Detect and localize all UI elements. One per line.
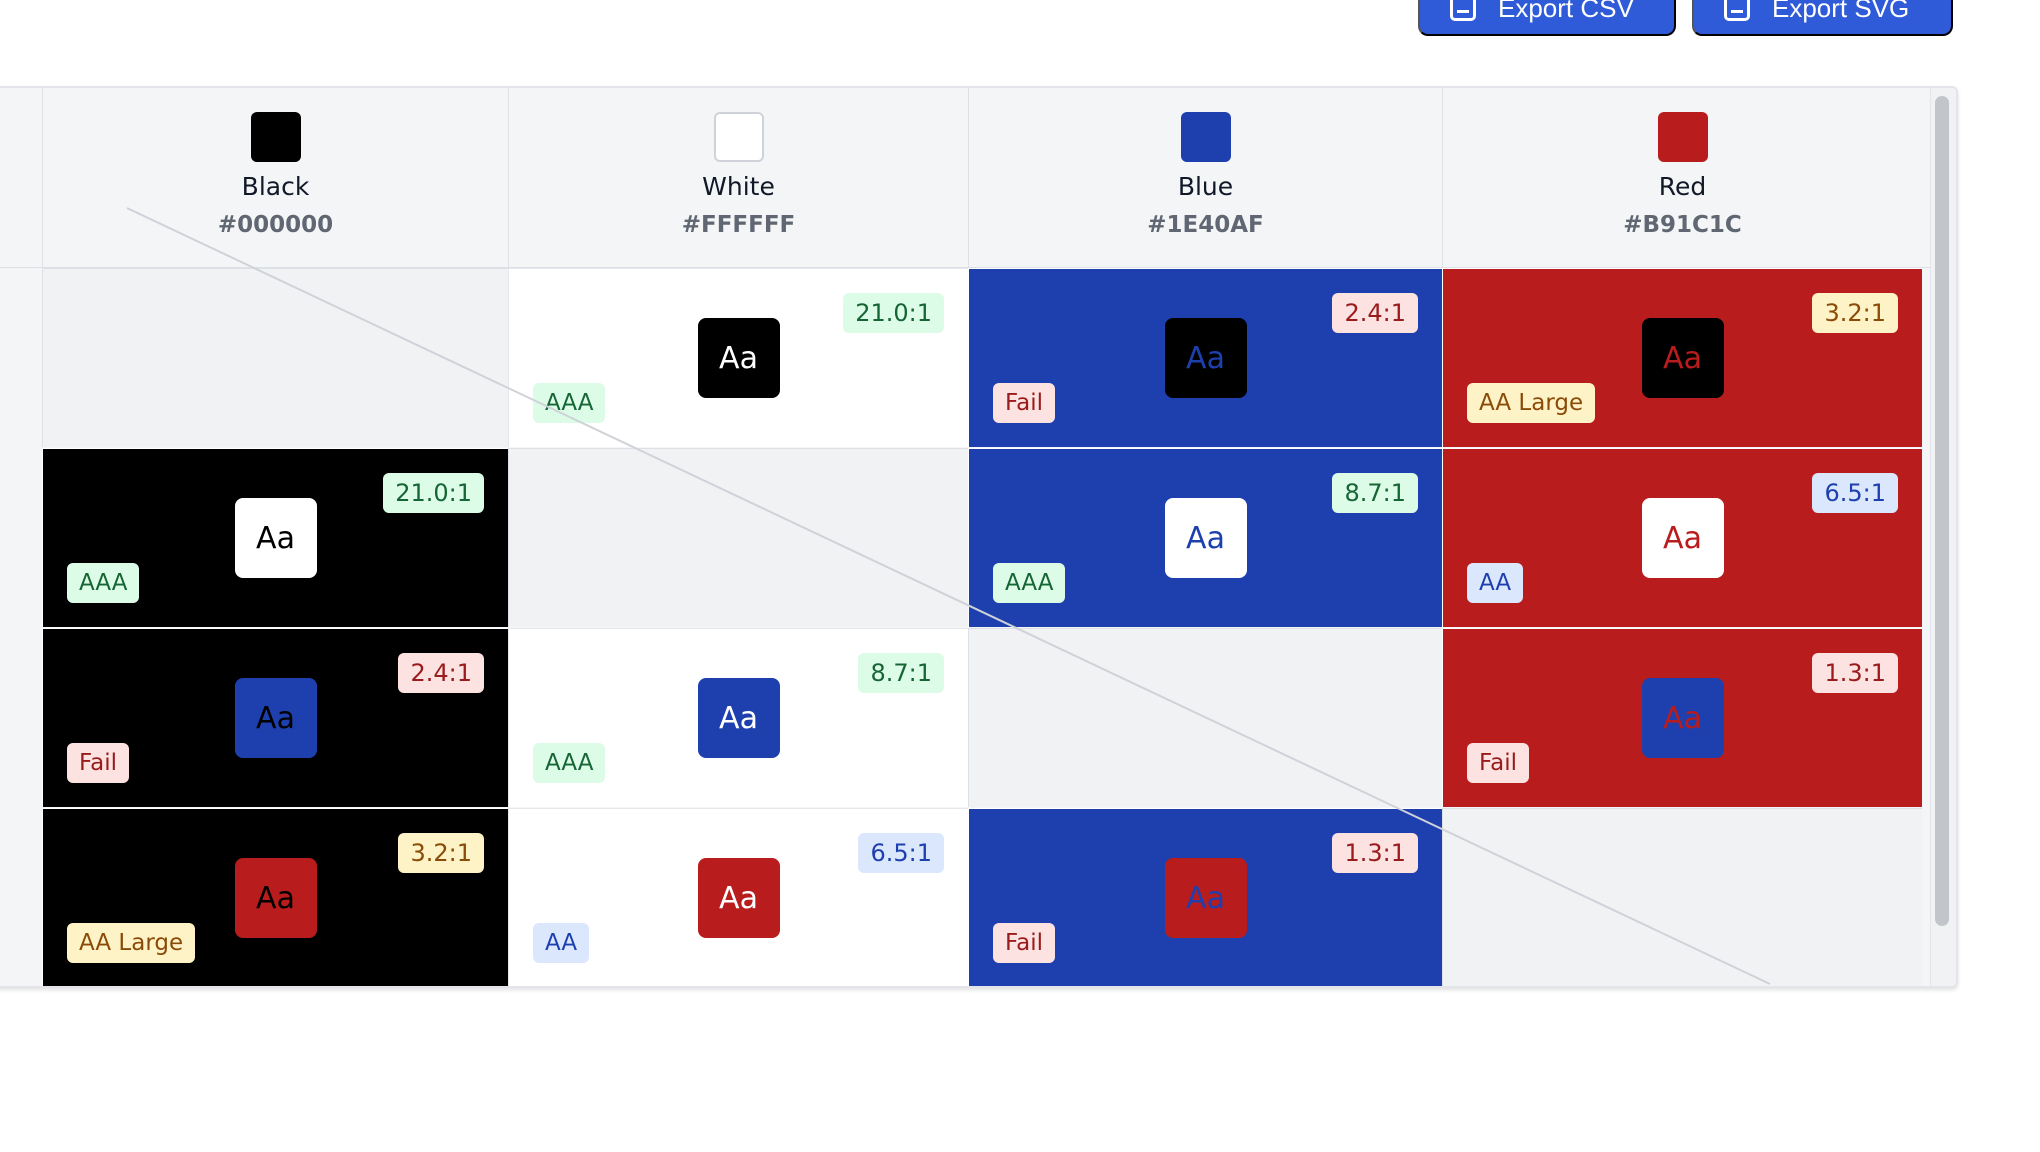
spreadsheet-icon xyxy=(1450,0,1476,21)
column-header-blue: Blue #1E40AF xyxy=(968,88,1442,268)
matrix-cell[interactable]: Aa 2.4:1 Fail xyxy=(968,268,1442,447)
wcag-level-badge: Fail xyxy=(1467,743,1529,783)
contrast-ratio-badge: 3.2:1 xyxy=(1812,293,1898,333)
color-swatch xyxy=(1657,112,1708,162)
text-sample: Aa xyxy=(1641,318,1724,398)
text-sample: Aa xyxy=(234,678,317,758)
column-header-row: Black #000000 White #FFFFFF Blue #1E40AF… xyxy=(0,88,1956,268)
text-sample: Aa xyxy=(1641,678,1724,758)
contrast-ratio-badge: 2.4:1 xyxy=(1332,293,1418,333)
matrix-cell xyxy=(968,628,1442,807)
column-header-red: Red #B91C1C xyxy=(1442,88,1922,268)
wcag-level-badge: AAA xyxy=(533,743,606,783)
wcag-level-badge: AAA xyxy=(993,563,1066,603)
matrix-cell[interactable]: Aa 21.0:1 AAA xyxy=(42,448,508,627)
wcag-level-badge: Fail xyxy=(993,383,1055,423)
color-hex: #FFFFFF xyxy=(681,212,796,238)
color-swatch xyxy=(250,112,301,162)
matrix-cell[interactable]: Aa 3.2:1 AA Large xyxy=(1442,268,1922,447)
export-svg-label: Export SVG xyxy=(1772,0,1910,23)
wcag-level-badge: AA xyxy=(533,923,590,963)
text-sample: Aa xyxy=(697,858,780,938)
text-sample: Aa xyxy=(234,858,317,938)
matrix-cell xyxy=(42,268,508,447)
matrix-cell[interactable]: Aa 3.2:1 AA Large xyxy=(42,808,508,986)
color-hex: #000000 xyxy=(217,212,334,238)
color-swatch xyxy=(713,112,764,162)
wcag-level-badge: AA xyxy=(1467,563,1524,603)
text-sample: Aa xyxy=(697,678,780,758)
vertical-scrollbar[interactable] xyxy=(1930,88,1956,986)
contrast-ratio-badge: 6.5:1 xyxy=(858,833,944,873)
text-sample: Aa xyxy=(1164,498,1247,578)
contrast-ratio-badge: 8.7:1 xyxy=(858,653,944,693)
text-sample: Aa xyxy=(234,498,317,578)
matrix-cell[interactable]: Aa 6.5:1 AA xyxy=(508,808,968,986)
contrast-matrix: Black #000000 White #FFFFFF Blue #1E40AF… xyxy=(0,86,1958,988)
export-csv-button[interactable]: Export CSV xyxy=(1418,0,1676,36)
matrix-cell xyxy=(1442,808,1922,986)
contrast-ratio-badge: 1.3:1 xyxy=(1812,653,1898,693)
column-header-black: Black #000000 xyxy=(42,88,508,268)
contrast-ratio-badge: 21.0:1 xyxy=(383,473,484,513)
export-svg-button[interactable]: Export SVG xyxy=(1692,0,1953,36)
text-sample: Aa xyxy=(1164,318,1247,398)
wcag-level-badge: Fail xyxy=(67,743,129,783)
color-name: Red xyxy=(1658,172,1707,201)
color-hex: #1E40AF xyxy=(1147,212,1264,238)
contrast-ratio-badge: 2.4:1 xyxy=(398,653,484,693)
color-swatch xyxy=(1180,112,1231,162)
matrix-cell xyxy=(508,448,968,627)
wcag-level-badge: AA Large xyxy=(1467,383,1596,423)
matrix-cell[interactable]: Aa 8.7:1 AAA xyxy=(508,628,968,807)
matrix-cell[interactable]: Aa 6.5:1 AA xyxy=(1442,448,1922,627)
scrollbar-thumb[interactable] xyxy=(1935,96,1949,926)
text-sample: Aa xyxy=(1641,498,1724,578)
color-name: Black xyxy=(241,172,310,201)
wcag-level-badge: AAA xyxy=(533,383,606,423)
column-header-white: White #FFFFFF xyxy=(508,88,968,268)
color-name: White xyxy=(702,172,775,201)
text-sample: Aa xyxy=(1164,858,1247,938)
color-name: Blue xyxy=(1177,172,1234,201)
contrast-ratio-badge: 6.5:1 xyxy=(1812,473,1898,513)
color-hex: #B91C1C xyxy=(1623,212,1742,238)
contrast-ratio-badge: 3.2:1 xyxy=(398,833,484,873)
contrast-ratio-badge: 8.7:1 xyxy=(1332,473,1418,513)
matrix-cell[interactable]: Aa 8.7:1 AAA xyxy=(968,448,1442,627)
text-sample: Aa xyxy=(697,318,780,398)
export-csv-label: Export CSV xyxy=(1498,0,1634,23)
contrast-ratio-badge: 21.0:1 xyxy=(843,293,944,333)
matrix-cell[interactable]: Aa 21.0:1 AAA xyxy=(508,268,968,447)
wcag-level-badge: AAA xyxy=(67,563,140,603)
matrix-cell[interactable]: Aa 1.3:1 Fail xyxy=(968,808,1442,986)
matrix-cell[interactable]: Aa 2.4:1 Fail xyxy=(42,628,508,807)
contrast-ratio-badge: 1.3:1 xyxy=(1332,833,1418,873)
matrix-cell[interactable]: Aa 1.3:1 Fail xyxy=(1442,628,1922,807)
wcag-level-badge: Fail xyxy=(993,923,1055,963)
image-icon xyxy=(1724,0,1750,21)
wcag-level-badge: AA Large xyxy=(67,923,196,963)
